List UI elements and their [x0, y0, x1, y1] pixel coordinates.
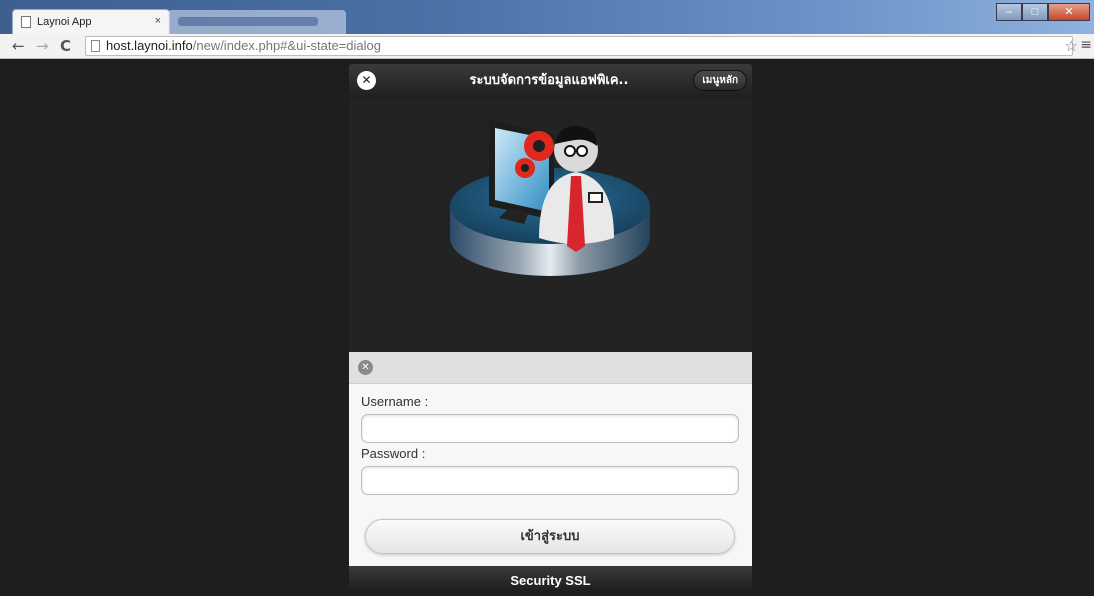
admin-illustration — [450, 120, 650, 276]
main-menu-button[interactable]: เมนูหลัก — [693, 70, 747, 91]
tab-title: Laynoi App — [37, 16, 92, 28]
window-controls: – □ ✕ — [996, 3, 1090, 21]
browser-tab[interactable]: Laynoi App × — [12, 9, 170, 34]
page-viewport: ✕ ระบบจัดการข้อมูลแอฟพิเค.. เมนูหลัก ✕ U… — [0, 59, 1094, 590]
close-icon[interactable]: ✕ — [358, 360, 373, 375]
login-button[interactable]: เข้าสู่ระบบ — [365, 519, 735, 554]
password-input[interactable] — [361, 466, 739, 495]
forward-icon[interactable]: → — [36, 37, 49, 55]
maximize-button[interactable]: □ — [1022, 3, 1048, 21]
window-titlebar: Laynoi App × – □ ✕ — [0, 0, 1094, 34]
login-panel: ✕ Username : Password : เข้าสู่ระบบ — [349, 352, 752, 566]
password-label: Password : — [361, 446, 426, 461]
back-icon[interactable]: ← — [12, 37, 25, 55]
bookmark-star-icon[interactable]: ☆ — [1065, 37, 1078, 55]
login-panel-header: ✕ — [349, 352, 752, 384]
page-icon — [21, 16, 31, 28]
username-input[interactable] — [361, 414, 739, 443]
hero-illustration — [349, 98, 752, 352]
menu-icon[interactable]: ≡ — [1080, 37, 1092, 53]
dialog-header: ✕ ระบบจัดการข้อมูลแอฟพิเค.. เมนูหลัก — [349, 64, 752, 98]
blurred-tab-title — [178, 17, 318, 26]
username-label: Username : — [361, 394, 429, 409]
url-host: host.laynoi.info — [106, 38, 193, 53]
browser-toolbar: ← → C host.laynoi.info/new/index.php#&ui… — [0, 34, 1094, 59]
url-path: /new/index.php#&ui-state=dialog — [192, 38, 382, 53]
footer-text: Security SSL — [349, 566, 752, 590]
page-icon — [91, 40, 100, 52]
dialog-title: ระบบจัดการข้อมูลแอฟพิเค.. — [469, 73, 629, 88]
close-icon[interactable]: ✕ — [357, 71, 376, 90]
minimize-button[interactable]: – — [996, 3, 1022, 21]
browser-tab-inactive[interactable] — [168, 10, 346, 34]
reload-icon[interactable]: C — [60, 37, 71, 55]
close-window-button[interactable]: ✕ — [1048, 3, 1090, 21]
dialog: ✕ ระบบจัดการข้อมูลแอฟพิเค.. เมนูหลัก ✕ U… — [349, 64, 752, 590]
tab-close-icon[interactable]: × — [155, 15, 161, 27]
address-bar[interactable]: host.laynoi.info/new/index.php#&ui-state… — [85, 36, 1073, 56]
